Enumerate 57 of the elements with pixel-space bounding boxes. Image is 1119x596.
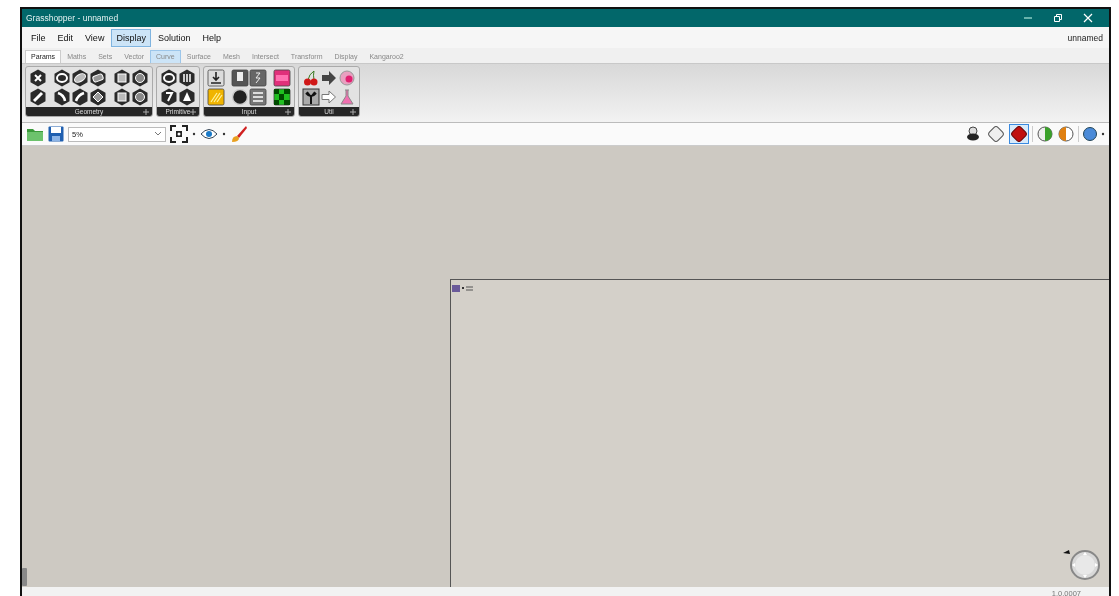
dropdown-dot-icon[interactable] bbox=[192, 132, 196, 136]
sphere-icon[interactable] bbox=[1082, 126, 1098, 142]
menu-item[interactable]: Help bbox=[197, 28, 226, 47]
hexagon-icon[interactable] bbox=[131, 69, 149, 87]
square-icon[interactable] bbox=[249, 69, 267, 87]
restore-icon[interactable] bbox=[1053, 13, 1063, 23]
hexagon-icon[interactable] bbox=[113, 88, 131, 106]
expand-icon[interactable] bbox=[143, 108, 149, 115]
hexagon-icon[interactable] bbox=[71, 69, 89, 87]
hexagon-icon[interactable] bbox=[29, 69, 47, 87]
menu-item[interactable]: File bbox=[26, 28, 51, 47]
folder-icon[interactable] bbox=[26, 126, 44, 142]
close-icon[interactable] bbox=[1083, 13, 1093, 23]
preview-shaded-icon[interactable] bbox=[1009, 124, 1029, 144]
material-sphere-icon[interactable] bbox=[1057, 125, 1075, 143]
menu-item[interactable]: Display bbox=[111, 28, 151, 47]
brush-icon[interactable] bbox=[230, 125, 248, 143]
scrollbar-thumb[interactable] bbox=[22, 568, 27, 586]
hexagon-icon[interactable] bbox=[89, 88, 107, 106]
dropdown-dot-icon[interactable] bbox=[222, 132, 226, 136]
hexagon-icon[interactable] bbox=[160, 69, 178, 87]
square-icon[interactable] bbox=[231, 69, 249, 87]
window-title: Grasshopper - unnamed bbox=[26, 13, 119, 23]
preview-outline-icon[interactable] bbox=[986, 124, 1006, 144]
cherries-icon[interactable] bbox=[302, 69, 320, 87]
hexagon-icon[interactable] bbox=[131, 88, 149, 106]
square-icon[interactable] bbox=[273, 88, 291, 106]
eye-icon[interactable] bbox=[200, 128, 218, 140]
dropdown-dot-icon[interactable] bbox=[1101, 132, 1105, 136]
save-icon[interactable] bbox=[48, 126, 64, 142]
hexagon-icon[interactable] bbox=[178, 69, 196, 87]
menu-item[interactable]: View bbox=[80, 28, 110, 47]
caret-icon[interactable] bbox=[154, 131, 162, 137]
hexagon-icon[interactable] bbox=[178, 88, 196, 106]
hexagon-icon[interactable] bbox=[71, 88, 89, 106]
navigation-compass-icon[interactable] bbox=[1061, 547, 1101, 583]
expand-icon[interactable] bbox=[190, 108, 196, 115]
zoom-extents-icon[interactable] bbox=[170, 125, 188, 143]
square-icon[interactable] bbox=[207, 69, 225, 87]
hexagon-icon[interactable] bbox=[53, 69, 71, 87]
ball-icon[interactable] bbox=[338, 69, 356, 87]
document-name: unnamed bbox=[1067, 32, 1104, 43]
circle-icon[interactable] bbox=[231, 88, 249, 106]
hexagon-icon[interactable] bbox=[29, 88, 47, 106]
arrow-icon[interactable] bbox=[320, 69, 338, 87]
expand-icon[interactable] bbox=[350, 108, 356, 115]
arrow-outline-icon[interactable] bbox=[320, 88, 338, 106]
menu-item[interactable]: Edit bbox=[52, 28, 79, 47]
hexagon-icon[interactable] bbox=[113, 69, 131, 87]
half-shaded-sphere-icon[interactable] bbox=[1036, 125, 1054, 143]
component-icon bbox=[452, 285, 474, 292]
menu-item[interactable]: Solution bbox=[152, 28, 196, 47]
tree-icon[interactable] bbox=[302, 88, 320, 106]
hexagon-icon[interactable] bbox=[89, 69, 107, 87]
expand-icon[interactable] bbox=[285, 108, 291, 115]
hexagon-icon[interactable] bbox=[53, 88, 71, 106]
hexagon-icon[interactable] bbox=[160, 88, 178, 106]
